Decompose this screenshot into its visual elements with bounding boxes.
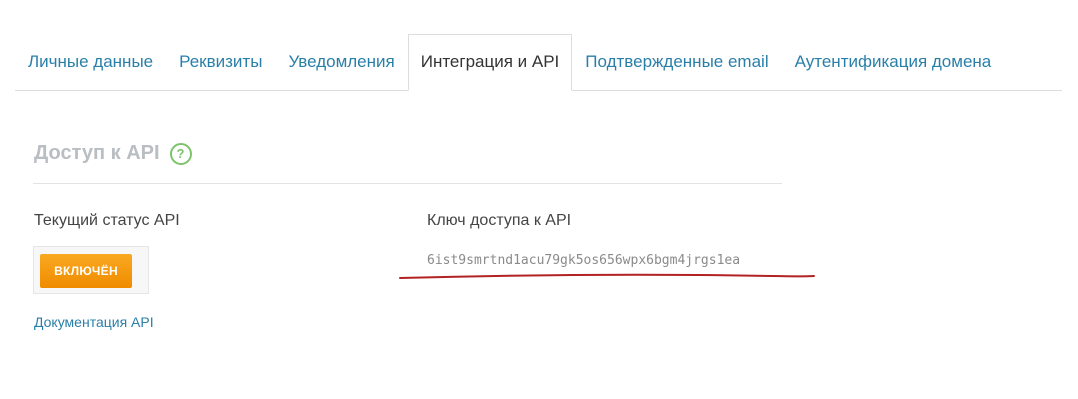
section-title: Доступ к API ? [34, 142, 192, 165]
tab-confirmed-emails[interactable]: Подтвержденные email [572, 35, 781, 90]
api-docs-link[interactable]: Документация API [34, 314, 154, 330]
tab-requisites[interactable]: Реквизиты [166, 35, 275, 90]
section-title-text: Доступ к API [34, 142, 160, 164]
api-status-box: ВКЛЮЧЁН [33, 246, 149, 294]
tab-integration-api[interactable]: Интеграция и API [407, 34, 573, 91]
api-status-label: Текущий статус API [34, 212, 180, 229]
tab-domain-authentication[interactable]: Аутентификация домена [782, 35, 1005, 90]
api-status-toggle-button[interactable]: ВКЛЮЧЁН [40, 254, 132, 288]
api-key-label: Ключ доступа к API [427, 212, 572, 229]
question-circle-icon[interactable]: ? [169, 142, 192, 165]
tab-notifications[interactable]: Уведомления [275, 35, 407, 90]
red-underline-annotation [399, 273, 815, 279]
tab-personal-data[interactable]: Личные данные [15, 35, 166, 90]
settings-tabs: Личные данные Реквизиты Уведомления Инте… [15, 34, 1062, 91]
api-key-value: 6ist9smrtnd1acu79gk5os656wpx6bgm4jrgs1ea [427, 253, 741, 268]
section-divider [33, 183, 782, 184]
